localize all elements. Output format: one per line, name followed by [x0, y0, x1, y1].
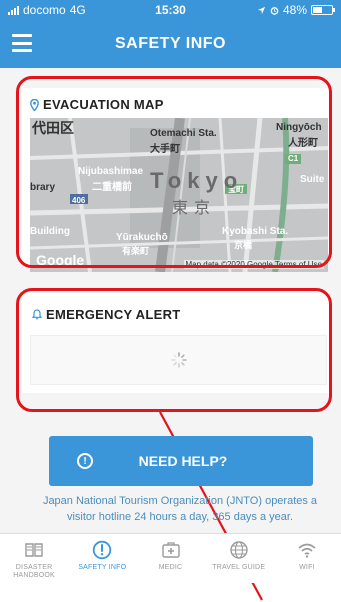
- tab-label-medic: MEDIC: [158, 564, 183, 571]
- alarm-icon: [270, 6, 279, 15]
- page-title: SAFETY INFO: [115, 35, 226, 52]
- status-bar: docomo 4G 15:30 48%: [0, 0, 341, 20]
- battery-icon: [311, 5, 335, 15]
- carrier-name: docomo: [23, 3, 66, 17]
- need-help-button[interactable]: ! NEED HELP?: [49, 436, 313, 486]
- wifi-icon: [298, 543, 316, 558]
- app-bar: SAFETY INFO: [0, 20, 341, 68]
- bottom-tab-bar: DISASTER HANDBOOK SAFETY INFO MEDIC TRAV…: [0, 533, 341, 583]
- tab-travel-guide[interactable]: TRAVEL GUIDE: [205, 534, 273, 583]
- tab-label-safety-info: SAFETY INFO: [78, 564, 127, 571]
- hamburger-menu-icon[interactable]: [12, 34, 32, 52]
- need-help-label: NEED HELP?: [138, 453, 228, 469]
- alert-highlight-outline: [16, 288, 332, 412]
- status-right: 48%: [257, 3, 335, 17]
- tab-label-travel-guide: TRAVEL GUIDE: [212, 564, 266, 571]
- location-arrow-icon: [257, 6, 266, 14]
- jnto-hotline-info: Japan National Tourism Organization (JNT…: [42, 495, 318, 523]
- info-circle-icon: !: [77, 453, 93, 469]
- globe-icon: [230, 541, 248, 559]
- tab-wifi[interactable]: WIFI: [273, 534, 341, 583]
- battery-percent: 48%: [282, 3, 307, 17]
- tab-safety-info[interactable]: SAFETY INFO: [68, 534, 136, 583]
- status-left: docomo 4G: [8, 3, 86, 17]
- network-type: 4G: [69, 3, 86, 17]
- tab-medic[interactable]: MEDIC: [136, 534, 204, 583]
- tab-label-disaster-handbook: DISASTER HANDBOOK: [13, 564, 55, 579]
- alert-circle-icon: [93, 540, 112, 560]
- book-icon: [25, 543, 43, 557]
- signal-icon: [8, 5, 19, 15]
- map-highlight-outline: [16, 76, 332, 268]
- tab-label-wifi: WIFI: [299, 564, 315, 571]
- tab-disaster-handbook[interactable]: DISASTER HANDBOOK: [0, 534, 68, 583]
- first-aid-icon: [161, 542, 180, 558]
